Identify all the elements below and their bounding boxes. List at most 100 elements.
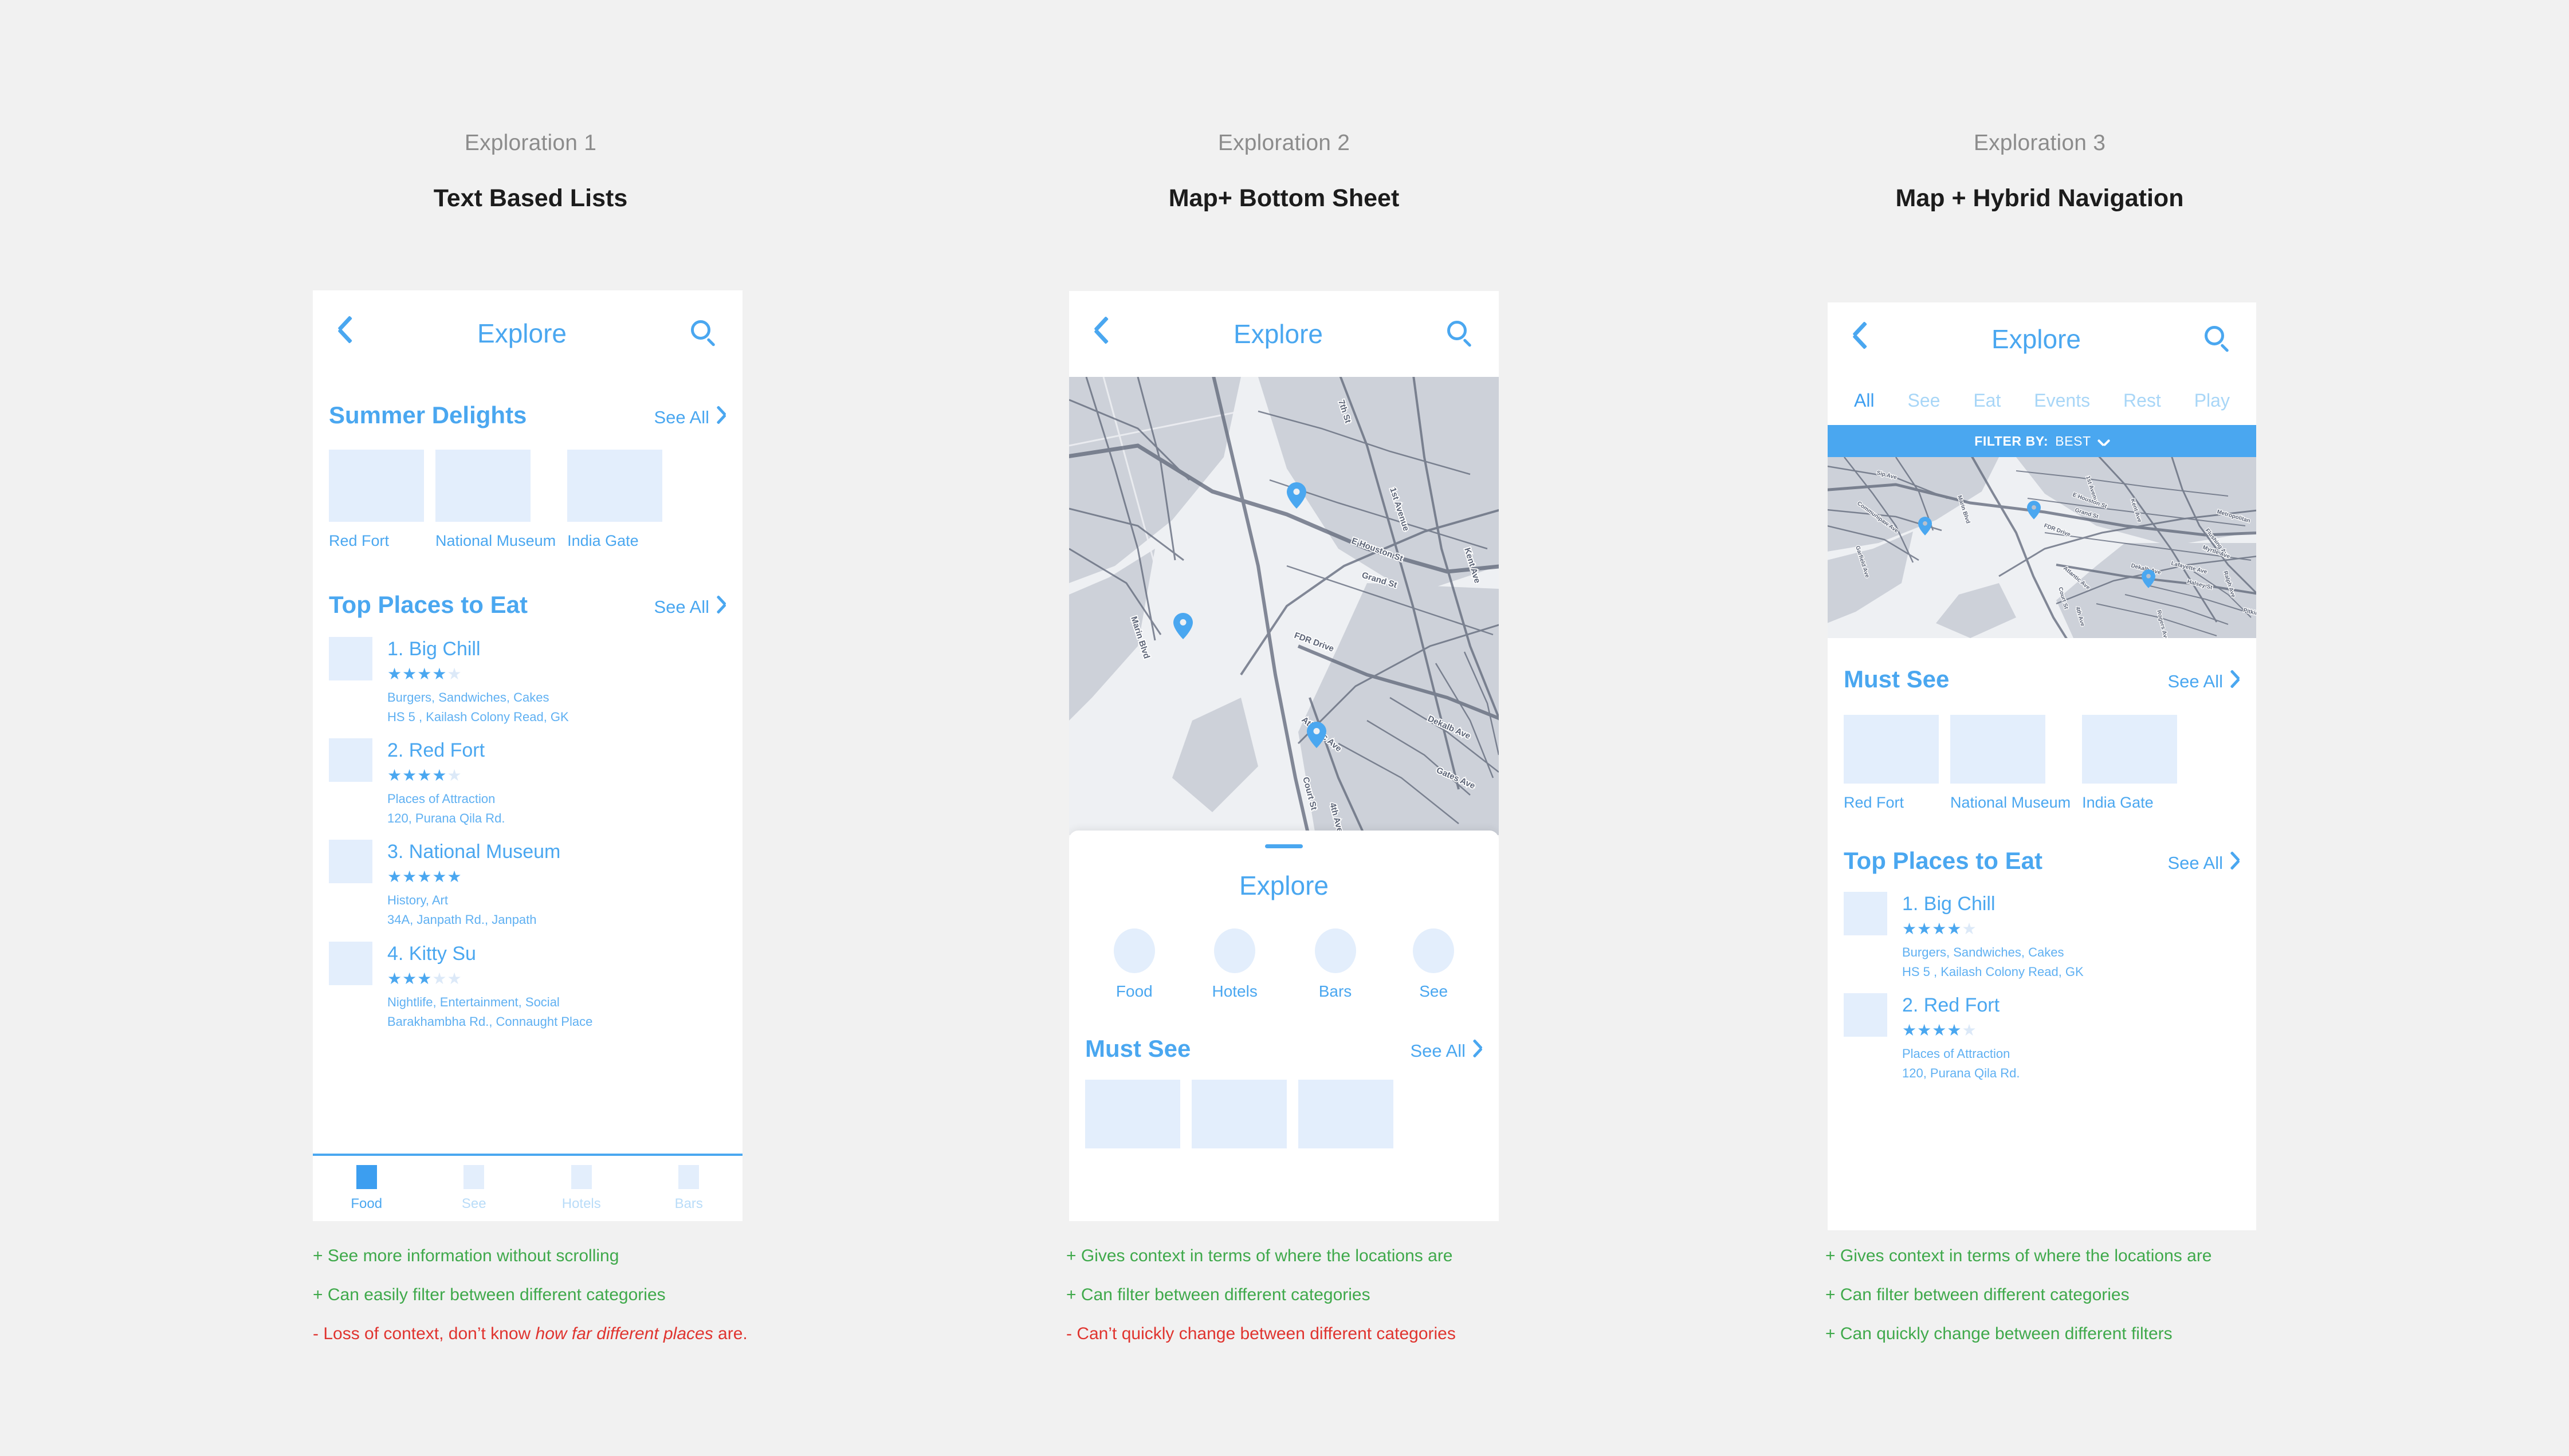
phone-mockup-text-lists: Explore Summer Delights See All Red Fort…: [313, 290, 743, 1221]
place-card[interactable]: Red Fort: [329, 450, 424, 550]
chevron-right-icon: [2231, 855, 2240, 871]
chevron-right-icon: [717, 599, 726, 615]
section-header-top-places-to-eat: Top Places to Eat See All: [1828, 847, 2256, 875]
see-all-button[interactable]: See All: [2167, 671, 2240, 692]
place-thumbnail: [1298, 1080, 1393, 1148]
rating-stars: ★★★★★: [387, 766, 462, 785]
place-card[interactable]: [1085, 1080, 1180, 1148]
list-item[interactable]: 4. Kitty Su ★★★★★ Nightlife, Entertainme…: [329, 941, 743, 1032]
tab-play[interactable]: Play: [2194, 390, 2230, 411]
place-name: 4. Kitty Su: [387, 942, 476, 965]
filter-value: BEST: [2055, 433, 2091, 448]
see-all-button[interactable]: See All: [1410, 1041, 1483, 1061]
map-view[interactable]: Marin Blvd 1st Avenue E Houston St Grand…: [1069, 377, 1499, 835]
column-heading-3: Exploration 3 Map + Hybrid Navigation: [1822, 131, 2257, 213]
map-pin[interactable]: [1173, 613, 1193, 639]
see-all-button[interactable]: See All: [654, 597, 726, 617]
map-pin[interactable]: [1287, 482, 1306, 509]
place-tags: Burgers, Sandwiches, Cakes: [387, 690, 549, 705]
place-address: 120, Purana Qila Rd.: [387, 811, 505, 826]
category-see[interactable]: See: [1413, 928, 1455, 1001]
map-pin[interactable]: [2142, 569, 2155, 588]
place-thumbnail: [1192, 1080, 1287, 1148]
place-card[interactable]: National Museum: [1950, 715, 2071, 812]
place-card[interactable]: National Museum: [435, 450, 556, 550]
section-title: Must See: [1085, 1035, 1191, 1062]
list-item[interactable]: 2. Red Fort ★★★★★ Places of Attraction 1…: [1844, 993, 2256, 1083]
search-icon[interactable]: [691, 320, 717, 347]
category-bars[interactable]: Bars: [1314, 928, 1356, 1001]
bars-icon: [678, 1165, 700, 1189]
navigation-bar: Explore: [1069, 291, 1499, 377]
place-tags: Places of Attraction: [387, 792, 496, 806]
annotation-positive: + Gives context in terms of where the lo…: [1066, 1246, 1453, 1265]
tab-see[interactable]: See: [1907, 390, 1940, 411]
tab-see[interactable]: See: [421, 1165, 528, 1212]
place-card-caption: National Museum: [1950, 794, 2071, 811]
chevron-left-icon[interactable]: [1094, 321, 1109, 347]
chevron-left-icon[interactable]: [1853, 326, 1868, 352]
hotels-icon: [1214, 928, 1256, 973]
sheet-grabber-handle[interactable]: [1265, 844, 1303, 848]
map-view[interactable]: Sip Ave Communipaw Ave Marin Blvd Garfie…: [1828, 457, 2256, 638]
place-tags: History, Art: [387, 893, 448, 908]
rating-stars: ★★★★★: [387, 868, 462, 886]
food-icon: [356, 1165, 377, 1189]
category-label: Hotels: [1212, 982, 1258, 1000]
place-name: 1. Big Chill: [387, 638, 481, 660]
place-thumbnail: [329, 450, 424, 522]
see-icon: [1413, 928, 1455, 973]
section-title: Top Places to Eat: [329, 591, 528, 618]
tab-rest[interactable]: Rest: [2123, 390, 2161, 411]
filter-by-dropdown[interactable]: FILTER BY: BEST: [1828, 425, 2256, 457]
bottom-sheet[interactable]: Explore Food Hotels Bars See Must See Se…: [1069, 831, 1499, 1221]
column-kicker: Exploration 2: [1217, 131, 1350, 155]
place-card[interactable]: Red Fort: [1844, 715, 1939, 812]
place-card-caption: Red Fort: [1844, 794, 1904, 811]
place-card-caption: National Museum: [435, 532, 556, 549]
chevron-right-icon: [1474, 1043, 1483, 1059]
annotations-column-2: + Gives context in terms of where the lo…: [1066, 1248, 1456, 1364]
card-carousel-must-see[interactable]: Red Fort National Museum India Gate: [1828, 715, 2256, 812]
tab-bars[interactable]: Bars: [635, 1165, 743, 1212]
map-pin[interactable]: [2027, 501, 2041, 520]
annotation-positive: + Can filter between different categorie…: [1825, 1285, 2130, 1304]
tab-events[interactable]: Events: [2034, 390, 2090, 411]
search-icon[interactable]: [2205, 326, 2231, 353]
place-card[interactable]: India Gate: [2082, 715, 2178, 812]
annotation-positive: + Can easily filter between different ca…: [313, 1285, 666, 1304]
place-card[interactable]: India Gate: [567, 450, 663, 550]
list-item[interactable]: 1. Big Chill ★★★★★ Burgers, Sandwiches, …: [329, 637, 743, 727]
annotations-column-3: + Gives context in terms of where the lo…: [1825, 1248, 2212, 1364]
map-pin[interactable]: [1307, 722, 1326, 748]
card-carousel-must-see[interactable]: [1069, 1080, 1499, 1148]
annotation-positive: + See more information without scrolling: [313, 1246, 619, 1265]
list-item[interactable]: 1. Big Chill ★★★★★ Burgers, Sandwiches, …: [1844, 892, 2256, 982]
tab-eat[interactable]: Eat: [1973, 390, 2001, 411]
see-all-button[interactable]: See All: [2167, 853, 2240, 873]
place-address: 120, Purana Qila Rd.: [1902, 1066, 2020, 1081]
navigation-bar: Explore: [1828, 302, 2256, 376]
see-all-button[interactable]: See All: [654, 407, 726, 428]
category-tab-strip: All See Eat Events Rest Play: [1828, 376, 2256, 425]
place-name: 2. Red Fort: [1902, 994, 2000, 1017]
tab-all[interactable]: All: [1854, 390, 1875, 411]
place-card[interactable]: [1298, 1080, 1393, 1148]
search-icon[interactable]: [1447, 321, 1474, 348]
places-list: 1. Big Chill ★★★★★ Burgers, Sandwiches, …: [313, 637, 743, 1032]
list-item[interactable]: 2. Red Fort ★★★★★ Places of Attraction 1…: [329, 738, 743, 828]
list-item[interactable]: 3. National Museum ★★★★★ History, Art 34…: [329, 840, 743, 930]
card-carousel-summer-delights[interactable]: Red Fort National Museum India Gate: [313, 450, 743, 550]
tab-hotels[interactable]: Hotels: [528, 1165, 635, 1212]
place-card-caption: India Gate: [567, 532, 639, 549]
category-hotels[interactable]: Hotels: [1212, 928, 1258, 1001]
map-pin[interactable]: [1918, 517, 1932, 536]
place-tags: Burgers, Sandwiches, Cakes: [1902, 945, 2064, 959]
phone-mockup-hybrid-nav: Explore All See Eat Events Rest Play FIL…: [1828, 302, 2256, 1230]
category-food[interactable]: Food: [1113, 928, 1155, 1001]
place-card[interactable]: [1192, 1080, 1287, 1148]
chevron-left-icon[interactable]: [338, 320, 353, 347]
tab-food[interactable]: Food: [313, 1165, 421, 1212]
section-title: Must See: [1844, 666, 1950, 692]
place-name: 3. National Museum: [387, 841, 561, 863]
